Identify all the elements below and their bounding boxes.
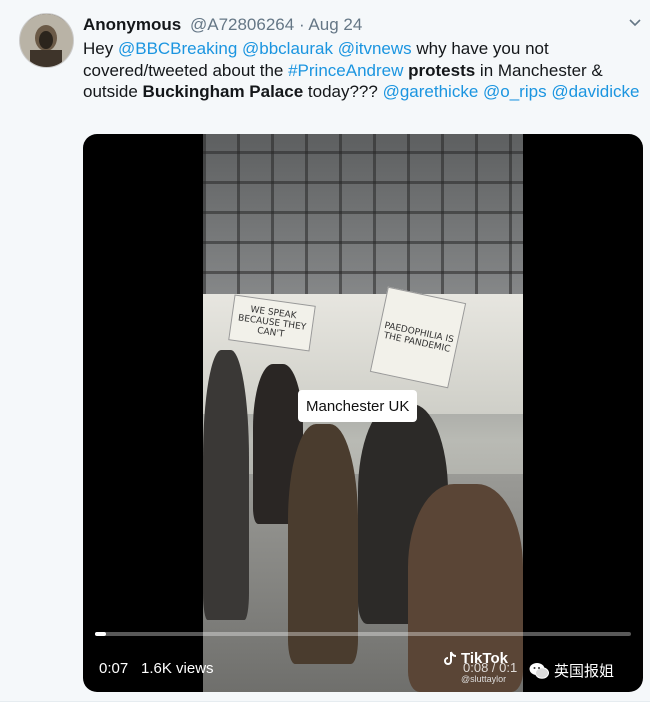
watermark-label: 英国报姐	[554, 662, 615, 680]
elapsed-time: 0:07	[99, 660, 129, 677]
video-caption: Manchester UK	[298, 390, 418, 422]
text-segment: Hey	[83, 39, 118, 58]
view-count: 1.6K views	[141, 660, 214, 677]
tweet-text: Hey @BBCBreaking @bbclaurak @itvnews why…	[83, 38, 643, 103]
separator: ·	[298, 15, 305, 34]
avatar-image	[20, 14, 73, 67]
mention-link[interactable]: @garethicke	[383, 82, 479, 101]
tiktok-icon	[444, 651, 457, 665]
text-segment: today???	[303, 82, 383, 101]
bold-text: Buckingham Palace	[142, 82, 304, 101]
watermark: 英国报姐	[529, 660, 614, 681]
mention-link[interactable]: @davidicke	[551, 82, 639, 101]
mention-link[interactable]: @o_rips	[483, 82, 547, 101]
chevron-down-icon	[629, 19, 641, 27]
video-player[interactable]: WE SPEAK BECAUSE THEY CAN'T PAEDOPHILIA …	[83, 134, 643, 692]
wechat-icon	[529, 662, 549, 679]
more-options-button[interactable]	[626, 16, 644, 30]
tweet-header: Anonymous @A72806264 · Aug 24	[83, 15, 362, 35]
progress-fill	[95, 632, 106, 636]
tiktok-time: 0:08 / 0:1	[463, 660, 518, 675]
tweet[interactable]: Anonymous @A72806264 · Aug 24 Hey @BBCBr…	[0, 0, 650, 702]
mention-link[interactable]: @bbclaurak	[242, 39, 333, 58]
protester	[288, 424, 358, 664]
tweet-date[interactable]: Aug 24	[308, 15, 362, 34]
mention-link[interactable]: @BBCBreaking	[118, 39, 237, 58]
avatar[interactable]	[19, 13, 74, 68]
protester	[203, 350, 249, 620]
bold-text: protests	[408, 60, 476, 80]
display-name[interactable]: Anonymous	[83, 15, 181, 34]
progress-bar[interactable]	[95, 632, 631, 636]
tiktok-handle: @sluttaylor	[461, 674, 507, 684]
hashtag-link[interactable]: #PrinceAndrew	[288, 61, 403, 80]
mention-link[interactable]: @itvnews	[338, 39, 412, 58]
handle[interactable]: @A72806264	[190, 15, 294, 34]
